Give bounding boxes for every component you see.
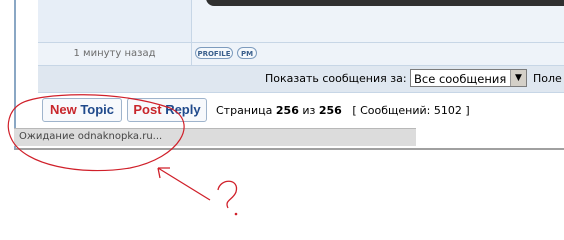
annotation-circle (7, 94, 185, 172)
annotation-question-mark (217, 180, 238, 209)
annotation-question-dot (234, 212, 238, 216)
annotation-arrow (157, 167, 211, 201)
annotation-overlay (7, 94, 238, 216)
